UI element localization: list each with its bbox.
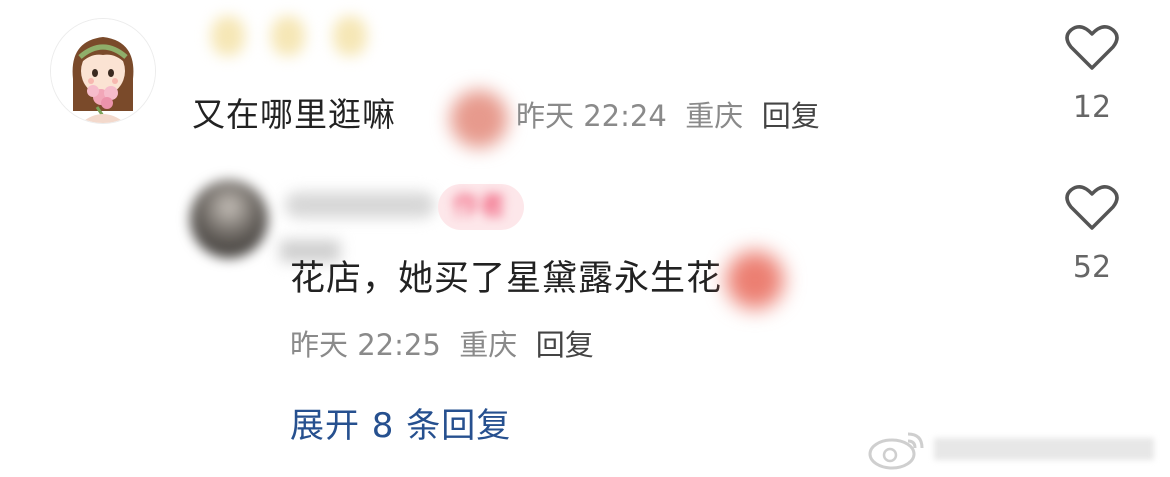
expand-replies-link[interactable]: 展开 8 条回复 xyxy=(290,398,511,447)
weibo-logo-icon xyxy=(868,432,924,470)
comment-time: 昨天 22:24 xyxy=(516,99,667,133)
watermark-username-blurred xyxy=(934,438,1154,460)
weibo-watermark xyxy=(862,428,1162,470)
reply-text: 花店，她买了星黛露永生花 xyxy=(290,250,785,309)
heart-outline-icon xyxy=(1065,185,1119,230)
cartoon-girl-avatar-image xyxy=(51,19,155,123)
reply-text-content: 花店，她买了星黛露永生花 xyxy=(290,259,723,299)
comment-location: 重庆 xyxy=(685,99,744,133)
author-badge: 作者 xyxy=(438,184,524,230)
reply-time: 昨天 22:25 xyxy=(290,328,441,362)
commenter-avatar[interactable] xyxy=(50,18,156,124)
author-badge-label: 作者 xyxy=(452,191,506,222)
reply-like-button[interactable]: 52 xyxy=(1062,184,1122,285)
reply-avatar[interactable] xyxy=(190,180,268,258)
comment-text: 又在哪里逛嘛 xyxy=(192,95,396,134)
comment-like-button[interactable]: 12 xyxy=(1062,24,1122,125)
reply-meta: 昨天 22:25 重庆 回复 xyxy=(290,322,594,364)
comment-meta: 昨天 22:24 重庆 回复 xyxy=(516,93,820,135)
reply-author-name-blurred xyxy=(285,192,435,218)
commenter-name-blurred xyxy=(205,6,405,66)
heart-outline-icon xyxy=(1065,25,1119,70)
reply-like-count: 52 xyxy=(1072,250,1112,285)
comment-reply-button[interactable]: 回复 xyxy=(762,99,820,133)
redacted-emoji xyxy=(726,251,785,309)
reply-reply-button[interactable]: 回复 xyxy=(536,328,594,362)
reply-location: 重庆 xyxy=(459,328,518,362)
comment-like-count: 12 xyxy=(1072,90,1112,125)
